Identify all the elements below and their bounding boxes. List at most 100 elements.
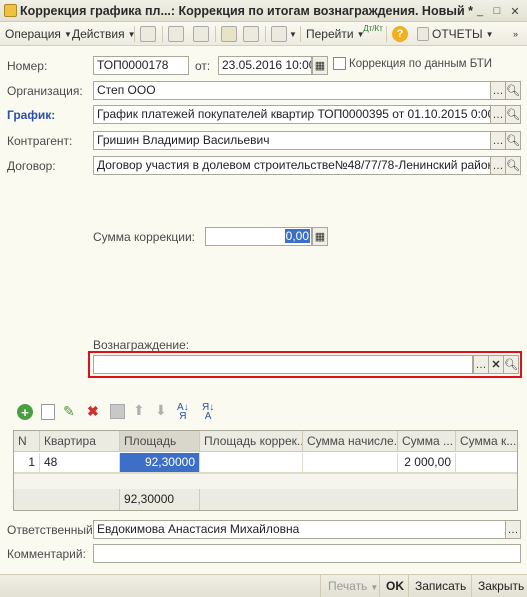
column-header[interactable]: N	[14, 431, 40, 452]
copy-icon	[193, 26, 209, 42]
bti-checkbox[interactable]	[333, 57, 346, 70]
actions-menu[interactable]: Действия ▼	[72, 25, 136, 43]
toolbar-overflow-button[interactable]: »	[513, 25, 518, 43]
edit-row-icon[interactable]: ✎	[63, 403, 75, 420]
close-button[interactable]: Закрыть	[478, 579, 524, 593]
toolbar-separator	[162, 26, 163, 42]
dt-kt-button[interactable]: Дт/Кт	[363, 24, 383, 43]
organization-field[interactable]: Степ ООО	[93, 81, 491, 100]
ellipsis-icon: …	[492, 84, 504, 97]
delete-row-icon[interactable]: ✖	[87, 403, 99, 420]
table-cell[interactable]: 48	[40, 453, 120, 473]
chevron-down-icon: ▼	[370, 583, 379, 592]
window-title: Коррекция графика пл...: Коррекция по ит…	[20, 4, 473, 18]
table-footer-cell	[14, 489, 120, 510]
number-field[interactable]: ТОП0000178	[93, 56, 189, 75]
unpost-icon	[243, 26, 259, 42]
column-header[interactable]: Площадь	[120, 431, 200, 452]
operation-label: Операция	[5, 27, 61, 41]
save-button[interactable]: Записать	[415, 579, 466, 593]
responsible-label: Ответственный:	[7, 523, 97, 537]
table-footer-cell	[200, 489, 517, 510]
reports-menu[interactable]: ОТЧЕТЫ ▼	[417, 25, 494, 43]
reward-open-button[interactable]: 🔍︎	[503, 355, 519, 374]
correction-sum-field[interactable]: 0,00	[205, 227, 312, 246]
help-button[interactable]: ?	[392, 25, 408, 43]
print-preview-button[interactable]	[168, 25, 184, 43]
sort-asc-icon[interactable]: A↓ Я	[177, 403, 189, 422]
add-row-icon[interactable]: +	[17, 404, 33, 420]
unpost-button[interactable]	[243, 25, 259, 43]
goto-label: Перейти	[306, 27, 354, 41]
table-cell[interactable]: 1	[14, 453, 40, 473]
write-button[interactable]	[140, 25, 156, 43]
reward-clear-button[interactable]: ✕	[488, 355, 504, 374]
structure-icon	[271, 26, 287, 42]
counterparty-open-button[interactable]: 🔍︎	[505, 131, 521, 150]
bottom-bar: Печать ▼ OK Записать Закрыть	[0, 574, 527, 597]
maximize-icon[interactable]: □	[490, 4, 504, 18]
minimize-icon[interactable]: _	[473, 4, 487, 18]
counterparty-field[interactable]: Гришин Владимир Васильевич	[93, 131, 491, 150]
bottom-separator	[471, 575, 472, 597]
schedule-field[interactable]: График платежей покупателей квартир ТОП0…	[93, 105, 491, 124]
ellipsis-icon: …	[475, 358, 487, 371]
search-icon: 🔍︎	[504, 359, 518, 371]
goto-menu[interactable]: Перейти ▼	[306, 25, 364, 43]
move-up-icon[interactable]: ⬆	[133, 402, 145, 419]
contract-field[interactable]: Договор участия в долевом строительстве№…	[93, 156, 491, 175]
contract-select-button[interactable]: …	[490, 156, 506, 175]
copy-row-icon[interactable]	[41, 404, 55, 420]
bottom-separator	[408, 575, 409, 597]
save-icon	[140, 26, 156, 42]
schedule-label[interactable]: График:	[7, 108, 55, 122]
calculator-button[interactable]: ▦	[312, 227, 328, 246]
table-cell-selected[interactable]: 92,30000	[120, 453, 200, 473]
reward-field[interactable]	[93, 355, 473, 374]
bottom-separator	[379, 575, 380, 597]
structure-button[interactable]: ▼	[271, 25, 297, 43]
move-down-icon[interactable]: ⬇	[155, 402, 167, 419]
organization-label: Организация:	[7, 84, 83, 98]
column-header[interactable]: Сумма ...	[398, 431, 456, 452]
print-label: Печать	[328, 579, 368, 593]
contract-open-button[interactable]: 🔍︎	[505, 156, 521, 175]
counterparty-select-button[interactable]: …	[490, 131, 506, 150]
sort-desc-icon[interactable]: Я↓ A	[202, 403, 214, 422]
bottom-separator	[320, 575, 321, 597]
calendar-icon: ▦	[314, 60, 326, 72]
schedule-select-button[interactable]: …	[490, 105, 506, 124]
copy-button[interactable]	[193, 25, 209, 43]
responsible-field[interactable]: Евдокимова Анастасия Михайловна	[93, 520, 506, 539]
dt-kt-icon: Дт/Кт	[363, 24, 383, 33]
close-icon[interactable]: ✕	[508, 4, 522, 18]
date-field[interactable]: 23.05.2016 10:00:(	[218, 56, 312, 75]
end-edit-icon[interactable]	[110, 404, 125, 419]
search-icon: 🔍︎	[506, 85, 520, 97]
organization-select-button[interactable]: …	[490, 81, 506, 100]
reward-select-button[interactable]: …	[473, 355, 489, 374]
print-button[interactable]: Печать ▼	[328, 579, 378, 593]
calendar-button[interactable]: ▦	[312, 56, 328, 75]
ok-button[interactable]: OK	[386, 579, 404, 593]
column-header[interactable]: Квартира	[40, 431, 120, 452]
comment-field[interactable]	[93, 544, 521, 563]
post-button[interactable]	[221, 25, 237, 43]
table-cell[interactable]: 2 000,00	[398, 453, 456, 473]
column-header[interactable]: Сумма начисле...	[303, 431, 398, 452]
column-header[interactable]: Сумма к...	[456, 431, 517, 452]
table-cell[interactable]	[456, 453, 517, 473]
table-cell[interactable]	[200, 453, 303, 473]
items-table[interactable]: N Квартира Площадь Площадь коррек... Сум…	[13, 430, 518, 511]
chevron-right-icon: »	[513, 29, 519, 39]
bti-checkbox-label: Коррекция по данным БТИ	[349, 58, 493, 70]
organization-open-button[interactable]: 🔍︎	[505, 81, 521, 100]
table-cell[interactable]	[303, 453, 398, 473]
responsible-select-button[interactable]: …	[505, 520, 521, 539]
column-header[interactable]: Площадь коррек...	[200, 431, 303, 452]
table-scroll-area[interactable]	[14, 473, 517, 489]
toolbar-separator	[386, 26, 387, 42]
chevron-down-icon: ▼	[63, 29, 72, 39]
operation-menu[interactable]: Операция ▼	[5, 25, 72, 43]
schedule-open-button[interactable]: 🔍︎	[505, 105, 521, 124]
